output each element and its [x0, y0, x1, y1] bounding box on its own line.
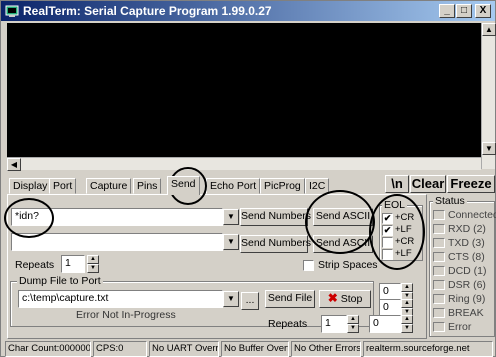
delay-input-3[interactable]: 0 [369, 315, 401, 333]
tab-i2c[interactable]: I2C [305, 178, 330, 194]
realterm-window: RealTerm: Serial Capture Program 1.99.0.… [0, 0, 496, 357]
scroll-left-arrow-icon[interactable]: ◀ [7, 158, 21, 171]
eol1-cr-checkbox[interactable]: ✔ [382, 213, 393, 224]
other-errors-status: No Other Errors [291, 341, 361, 357]
cps-readout: CPS:0 [93, 341, 147, 357]
tab-port[interactable]: Port [49, 178, 77, 194]
tab-echo-port[interactable]: Echo Port [206, 178, 261, 194]
eol-title: EOL [382, 199, 408, 211]
app-icon [5, 5, 19, 17]
tab-pins[interactable]: Pins [133, 178, 162, 194]
maximize-button[interactable]: □ [456, 4, 472, 18]
char-count: Char Count:0000000 [5, 341, 91, 357]
scroll-down-arrow-icon[interactable]: ▼ [482, 142, 496, 155]
eol1-lf-checkbox[interactable]: ✔ [382, 225, 393, 236]
status-bar: Char Count:0000000 CPS:0 No UART Overr N… [5, 341, 495, 357]
strip-spaces-checkbox[interactable] [303, 260, 314, 271]
status-break: BREAK [448, 307, 484, 319]
send-numbers-button-2[interactable]: Send Numbers [240, 235, 311, 253]
website-link[interactable]: realterm.sourceforge.net [363, 341, 493, 357]
close-button[interactable]: X [475, 4, 491, 18]
status-title: Status [433, 195, 467, 207]
status-cts: CTS (8) [448, 251, 485, 263]
txd-led [433, 238, 445, 248]
status-dcd: DCD (1) [448, 265, 487, 277]
send-file-button[interactable]: Send File [265, 290, 315, 308]
strip-spaces-label: Strip Spaces [318, 259, 378, 271]
stop-button[interactable]: ✖ Stop [319, 290, 371, 308]
dump-file-input[interactable]: c:\temp\capture.txt [18, 290, 223, 308]
status-ring: Ring (9) [448, 293, 486, 305]
send-input-2[interactable] [11, 233, 223, 251]
eol2-lf-checkbox[interactable] [382, 249, 393, 260]
dump-repeats-input[interactable]: 1 [321, 315, 347, 333]
minimize-button[interactable]: _ [439, 4, 455, 18]
status-rxd: RXD (2) [448, 223, 486, 235]
uart-status: No UART Overr [149, 341, 219, 357]
dropdown-arrow-icon[interactable]: ▼ [223, 291, 239, 307]
dropdown-arrow-icon[interactable]: ▼ [223, 209, 239, 225]
title-bar[interactable]: RealTerm: Serial Capture Program 1.99.0.… [1, 1, 495, 21]
dump-repeats-label: Repeats [268, 318, 308, 330]
terminal-display[interactable] [7, 23, 481, 157]
window-title: RealTerm: Serial Capture Program 1.99.0.… [23, 4, 272, 18]
send-ascii-button-2[interactable]: Send ASCII [313, 235, 373, 253]
repeats-input[interactable]: 1 [61, 255, 85, 273]
horizontal-scrollbar[interactable]: ◀ [7, 157, 481, 171]
break-led [433, 308, 445, 318]
clear-button[interactable]: Clear [410, 175, 446, 193]
eol1-cr-label: +CR [395, 212, 415, 223]
buffer-status: No Buffer Overfl [221, 341, 289, 357]
dump-file-title: Dump File to Port [17, 275, 103, 287]
status-error: Error [448, 321, 472, 333]
vertical-scrollbar[interactable]: ▲ ▼ [481, 23, 496, 169]
ring-led [433, 294, 445, 304]
newline-button[interactable]: \n [385, 175, 409, 193]
cts-led [433, 252, 445, 262]
eol2-cr-checkbox[interactable] [382, 237, 393, 248]
browse-button[interactable]: ... [241, 292, 259, 310]
stop-label: Stop [340, 293, 363, 305]
connected-led [433, 210, 445, 220]
send-numbers-button-1[interactable]: Send Numbers [240, 208, 311, 226]
error-led [433, 322, 445, 332]
tab-capture[interactable]: Capture [86, 178, 132, 194]
eol2-lf-label: +LF [395, 248, 412, 259]
tab-picprog[interactable]: PicProg [260, 178, 305, 194]
repeats-label: Repeats [15, 259, 55, 271]
scroll-up-arrow-icon[interactable]: ▲ [482, 23, 496, 36]
eol1-lf-label: +LF [395, 224, 412, 235]
status-txd: TXD (3) [448, 237, 485, 249]
progress-text: Error Not In-Progress [76, 309, 176, 321]
repeats-spinner[interactable]: ▲ ▼ [87, 255, 99, 273]
delay-spinner-3[interactable]: ▲ ▼ [401, 315, 413, 333]
tab-send[interactable]: Send [167, 176, 200, 195]
progress-bar: Error Not In-Progress [18, 309, 238, 324]
rxd-led [433, 224, 445, 234]
eol2-cr-label: +CR [395, 236, 415, 247]
send-input-1[interactable]: *idn? [11, 208, 223, 226]
tab-display[interactable]: Display [9, 178, 52, 194]
dsr-led [433, 280, 445, 290]
status-dsr: DSR (6) [448, 279, 486, 291]
x-icon: ✖ [327, 291, 338, 305]
dump-repeats-spinner[interactable]: ▲ ▼ [347, 315, 359, 333]
status-connected: Connected [448, 209, 496, 221]
dcd-led [433, 266, 445, 276]
send-ascii-button-1[interactable]: Send ASCII [313, 208, 373, 226]
freeze-button[interactable]: Freeze [447, 175, 495, 193]
dropdown-arrow-icon[interactable]: ▼ [223, 234, 239, 250]
